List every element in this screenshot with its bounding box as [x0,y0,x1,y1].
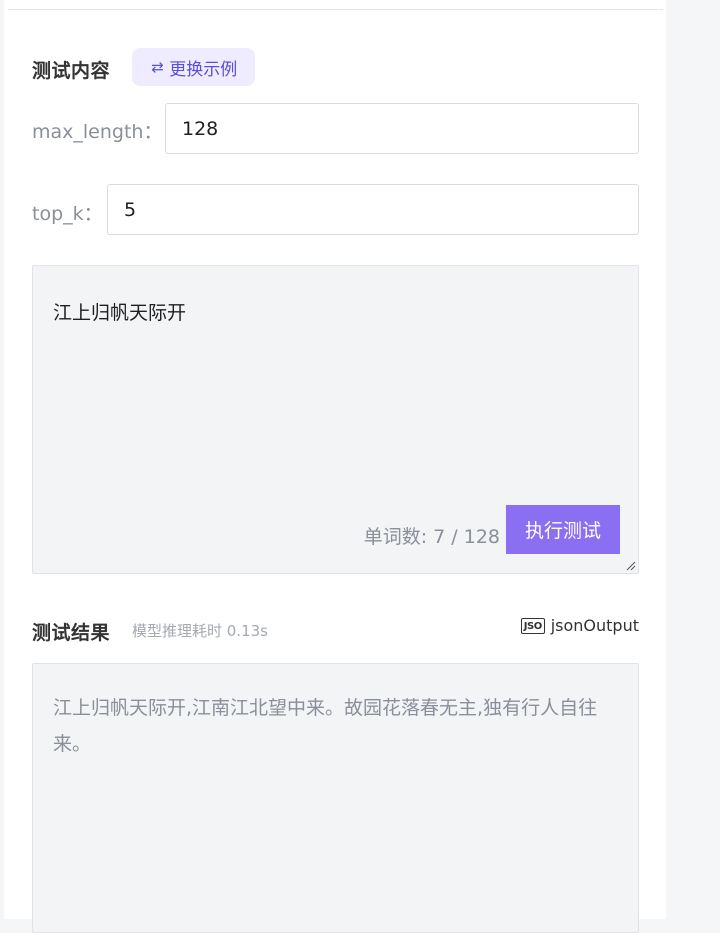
inference-time: 模型推理耗时 0.13s [132,622,268,640]
json-output-label: jsonOutput [550,616,639,635]
resize-handle-icon[interactable] [624,559,636,571]
run-test-button[interactable]: 执行测试 [506,505,620,554]
input-text: 江上归帆天际开 [53,302,187,324]
top-divider [8,9,663,10]
test-result-title: 测试结果 [32,622,111,644]
swap-example-label: 更换示例 [169,59,238,80]
top-k-input[interactable] [107,184,639,235]
max-length-label: max_length： [32,121,163,143]
word-count: 单词数: 7 / 128 [363,526,500,548]
result-output-box: 江上归帆天际开,江南江北望中来。故园花落春无主,独有行人自往来。 [32,663,639,933]
top-k-label: top_k： [32,203,103,225]
swap-example-button[interactable]: ⇅ 更换示例 [132,48,255,86]
json-output-button[interactable]: JSO jsonOutput [520,616,639,635]
test-content-title: 测试内容 [32,60,111,82]
swap-icon: ⇅ [147,60,166,74]
input-textarea[interactable]: 江上归帆天际开 单词数: 7 / 128 执行测试 [32,265,639,574]
json-icon: JSO [520,617,545,634]
max-length-input[interactable] [165,103,639,154]
result-output-text: 江上归帆天际开,江南江北望中来。故园花落春无主,独有行人自往来。 [53,697,598,755]
